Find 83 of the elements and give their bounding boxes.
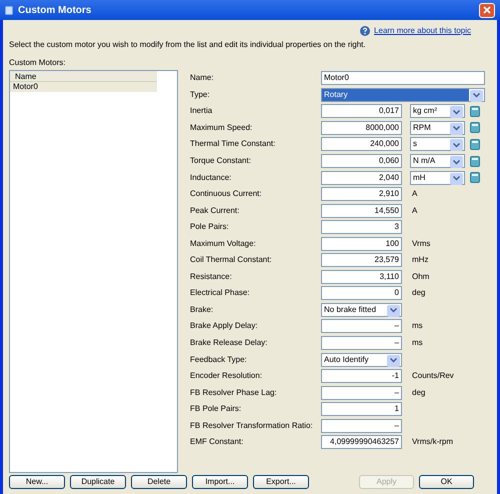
unit-dropdown[interactable]: RPM [410, 120, 465, 135]
value-field[interactable]: 0,060 [321, 154, 402, 168]
value-field[interactable]: – [321, 336, 402, 350]
property-label: Resistance: [190, 270, 233, 283]
property-label: Inductance: [190, 172, 232, 184]
value-field[interactable]: 1 [321, 402, 402, 416]
unit-label: Ohm [412, 270, 430, 283]
value-field[interactable]: 0 [321, 286, 402, 300]
list-label: Custom Motors: [9, 57, 66, 69]
value-field[interactable]: 3,110 [321, 270, 402, 284]
close-icon [483, 6, 491, 14]
unit-label: mHz [412, 254, 428, 266]
unit-label: deg [412, 287, 426, 300]
property-label: Name: [190, 72, 215, 84]
unit-label: Vrms [412, 238, 430, 250]
calculator-icon[interactable] [470, 138, 480, 150]
value-field[interactable]: 3 [321, 220, 402, 234]
property-label: Inertia [190, 105, 214, 118]
value-field[interactable]: -1 [321, 369, 402, 384]
property-label: Electrical Phase: [190, 287, 251, 300]
value-field[interactable]: 2,040 [321, 170, 402, 185]
value-field[interactable]: – [321, 386, 402, 400]
dialog-button[interactable]: Export... [253, 475, 309, 489]
value-field[interactable]: 100 [321, 236, 402, 251]
unit-label: A [412, 188, 418, 200]
select-dropdown[interactable]: No brake fitted [321, 302, 402, 317]
calculator-icon[interactable] [470, 172, 480, 184]
column-header[interactable]: Name [10, 71, 157, 82]
value-field[interactable]: 240,000 [321, 137, 402, 152]
unit-label: ms [412, 320, 423, 332]
app-icon [5, 6, 13, 14]
window-title: Custom Motors [18, 4, 92, 18]
value-field[interactable]: 4,09999990463257 [321, 435, 402, 450]
value-field[interactable]: – [321, 319, 402, 334]
property-label: Pole Pairs: [190, 221, 230, 234]
calculator-icon[interactable] [470, 156, 480, 166]
property-label: Thermal Time Constant: [190, 138, 276, 150]
property-label: FB Resolver Transformation Ratio: [190, 420, 314, 432]
help-icon [360, 26, 370, 36]
property-label: Coil Thermal Constant: [190, 254, 273, 266]
property-label: Type: [190, 88, 211, 101]
property-label: Encoder Resolution: [190, 370, 264, 382]
property-label: FB Pole Pairs: [190, 403, 242, 416]
unit-dropdown[interactable]: kg cm² [410, 104, 465, 118]
property-label: Torque Constant: [190, 155, 252, 167]
value-field[interactable]: 2,910 [321, 187, 402, 202]
value-field[interactable]: – [321, 418, 402, 433]
motor-list-item[interactable]: Motor0 [10, 82, 157, 92]
property-label: EMF Constant: [190, 436, 244, 448]
close-button[interactable] [479, 2, 495, 18]
property-label: Continuous Current: [190, 188, 263, 200]
unit-label: A [412, 204, 418, 217]
unit-dropdown[interactable]: N m/A [410, 154, 465, 168]
instructions-text: Select the custom motor you wish to modify from the list and edit its individual properties on the right. [9, 39, 367, 51]
calculator-icon[interactable] [470, 122, 480, 134]
select-dropdown[interactable]: Auto Identify [321, 352, 402, 367]
unit-label: Vrms/k-rpm [412, 436, 454, 448]
type-dropdown[interactable]: Rotary [321, 88, 485, 102]
dialog-button[interactable]: New... [9, 475, 65, 489]
property-label: Brake Apply Delay: [190, 320, 259, 332]
dialog-button[interactable]: Import... [192, 475, 248, 489]
property-label: Feedback Type: [190, 354, 248, 366]
unit-label: Counts/Rev [412, 370, 454, 382]
help-link[interactable]: Learn more about this topic [374, 25, 471, 37]
dialog-button[interactable]: Delete [131, 475, 187, 489]
unit-label: ms [412, 337, 423, 350]
value-field[interactable]: 8000,000 [321, 120, 402, 135]
property-label: Maximum Speed: [190, 122, 254, 134]
property-label: Brake: [190, 304, 214, 316]
property-label: Peak Current: [190, 204, 240, 217]
property-label: Brake Release Delay: [190, 337, 268, 350]
value-field[interactable]: 23,579 [321, 253, 402, 268]
unit-label: deg [412, 386, 426, 399]
value-field[interactable]: 14,550 [321, 204, 402, 218]
dialog-button[interactable]: Duplicate [70, 475, 126, 489]
unit-dropdown[interactable]: s [410, 137, 465, 152]
dialog-button[interactable]: OK [419, 475, 474, 489]
name-field[interactable]: Motor0 [321, 71, 485, 86]
property-label: Maximum Voltage: [190, 238, 257, 250]
property-label: FB Resolver Phase Lag: [190, 386, 278, 399]
unit-dropdown[interactable]: mH [410, 170, 465, 185]
value-field[interactable]: 0,017 [321, 104, 402, 118]
calculator-icon[interactable] [470, 106, 480, 117]
